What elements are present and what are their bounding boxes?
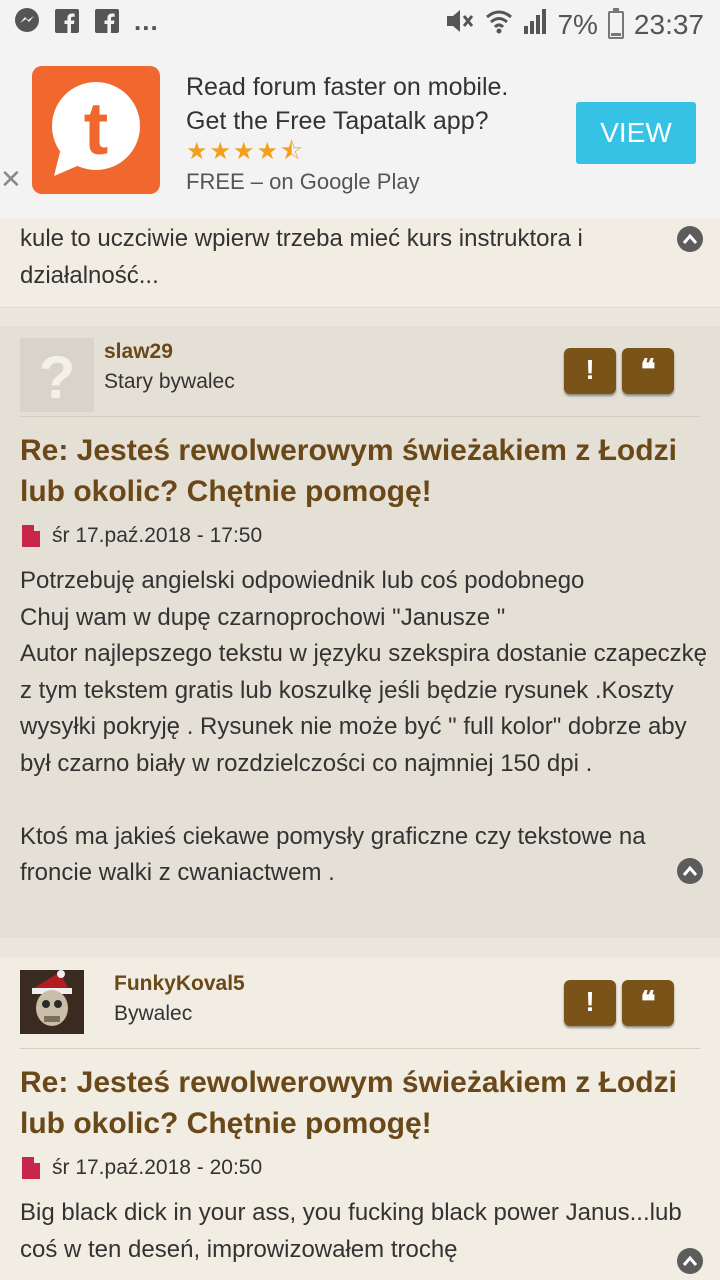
battery-icon — [607, 7, 624, 39]
rating-stars: ★★★★⯪ — [186, 138, 305, 165]
avatar[interactable]: ? — [20, 338, 94, 412]
facebook-icon — [54, 8, 80, 34]
post-icon — [22, 525, 40, 547]
collapse-up-icon[interactable] — [677, 1248, 703, 1274]
post-title: Re: Jesteś rewolwerowym świeżakiem z Łod… — [20, 1066, 677, 1140]
post-title: Re: Jesteś rewolwerowym świeżakiem z Łod… — [20, 434, 677, 508]
facebook-icon — [94, 8, 120, 34]
mute-icon — [445, 7, 475, 42]
store-label: FREE – on Google Play — [186, 169, 420, 194]
post-body: kule to uczciwie wpierw trzeba mieć kurs… — [20, 225, 583, 289]
quote-button[interactable]: ❝ — [622, 348, 674, 394]
username[interactable]: slaw29 — [104, 340, 173, 364]
banner-line-1: Read forum faster on mobile. — [186, 73, 509, 101]
post-date: śr 17.paź.2018 - 20:50 — [52, 1156, 263, 1179]
report-button[interactable]: ! — [564, 348, 616, 394]
messenger-icon — [14, 8, 40, 34]
view-button[interactable]: VIEW — [576, 102, 696, 164]
logo-letter: t — [84, 87, 109, 170]
username[interactable]: FunkyKoval5 — [114, 972, 245, 996]
app-promo-banner: ✕ t Read forum faster on mobile. Get the… — [0, 48, 720, 218]
post: ? slaw29 Stary bywalec ! ❝ Re: Jesteś re… — [0, 326, 720, 938]
post-body: Big black dick in your ass, you fucking … — [20, 1199, 682, 1263]
avatar[interactable] — [20, 970, 84, 1034]
clock: 23:37 — [633, 8, 704, 40]
collapse-up-icon[interactable] — [677, 226, 703, 252]
user-rank: Stary bywalec — [104, 370, 235, 393]
previous-post: kule to uczciwie wpierw trzeba mieć kurs… — [0, 218, 720, 308]
collapse-up-icon[interactable] — [677, 858, 703, 884]
battery-percent: 7% — [557, 8, 598, 40]
post-icon — [22, 1157, 40, 1179]
svg-text:?: ? — [39, 344, 76, 411]
banner-line-2: Get the Free Tapatalk app? — [186, 107, 489, 135]
post-date: śr 17.paź.2018 - 17:50 — [52, 524, 263, 547]
signal-icon — [523, 8, 547, 41]
divider — [20, 416, 700, 417]
divider — [20, 1048, 700, 1049]
wifi-icon — [485, 7, 513, 42]
close-banner-button[interactable]: ✕ — [0, 164, 22, 195]
more-dots-icon: ... — [134, 6, 159, 36]
report-button[interactable]: ! — [564, 980, 616, 1026]
status-bar: ... 7% 23:37 — [0, 0, 720, 48]
post: FunkyKoval5 Bywalec ! ❝ Re: Jesteś rewol… — [0, 958, 720, 1280]
quote-button[interactable]: ❝ — [622, 980, 674, 1026]
user-rank: Bywalec — [114, 1002, 193, 1025]
tapatalk-logo: t — [32, 66, 160, 194]
post-body: Potrzebuję angielski odpowiednik lub coś… — [20, 567, 708, 886]
